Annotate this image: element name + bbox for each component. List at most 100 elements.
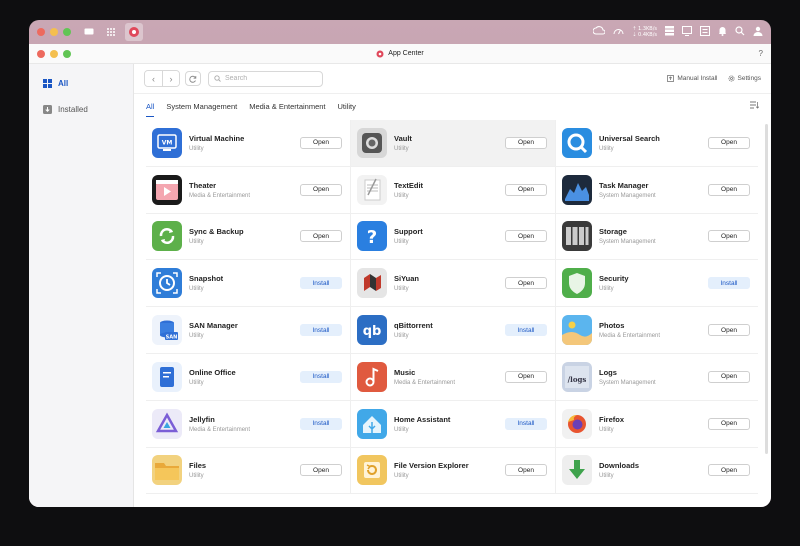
install-button[interactable]: Install — [505, 324, 547, 337]
monitor-icon[interactable] — [682, 25, 692, 39]
refresh-button[interactable] — [185, 71, 201, 86]
app-card-support[interactable]: ? Support Utility Open — [351, 213, 556, 261]
open-button[interactable]: Open — [505, 183, 547, 196]
svg-text:VM: VM — [162, 139, 173, 146]
sort-filter-icon[interactable] — [750, 101, 760, 111]
user-icon[interactable] — [753, 26, 763, 39]
app-card-music[interactable]: Music Media & Entertainment Open — [351, 353, 556, 401]
app-card-universal-search[interactable]: Universal Search Utility Open — [556, 120, 758, 167]
open-button[interactable]: Open — [708, 370, 750, 383]
files-icon — [152, 455, 182, 486]
app-card-photos[interactable]: Photos Media & Entertainment Open — [556, 307, 758, 354]
minimize-dot-icon[interactable] — [50, 28, 58, 36]
bell-icon[interactable] — [718, 26, 727, 39]
open-button[interactable]: Open — [708, 136, 750, 149]
app-name: File Version Explorer — [394, 461, 469, 471]
app-card-virtual-machine[interactable]: VM Virtual Machine Utility Open — [146, 120, 351, 167]
open-button[interactable]: Open — [708, 324, 750, 337]
launcher-grid-icon[interactable] — [103, 24, 119, 40]
tab-utility[interactable]: Utility — [338, 94, 356, 118]
app-name: Jellyfin — [189, 414, 215, 424]
open-button[interactable]: Open — [708, 230, 750, 243]
app-card-online-office[interactable]: Online Office Utility Install — [146, 353, 351, 401]
sidebar-item-label: All — [58, 78, 69, 88]
open-button[interactable]: Open — [300, 464, 342, 477]
cloud-icon[interactable] — [592, 25, 606, 39]
app-category: Utility — [599, 426, 614, 433]
forward-button[interactable]: › — [162, 71, 179, 86]
app-text: SiYuan Utility — [394, 274, 505, 292]
open-button[interactable]: Open — [708, 183, 750, 196]
firefox-icon — [562, 408, 592, 439]
network-speed: ⇡ 1.3KB/s ⇣ 0.4KB/s — [632, 26, 657, 38]
app-card-jellyfin[interactable]: Jellyfin Media & Entertainment Install — [146, 400, 351, 448]
tab-media-entertainment[interactable]: Media & Entertainment — [249, 94, 325, 118]
gear-icon — [728, 75, 734, 82]
tab-system-management[interactable]: System Management — [166, 94, 237, 118]
maximize-dot-icon[interactable] — [63, 28, 71, 36]
speed-gauge-icon[interactable] — [613, 26, 624, 39]
sync-icon — [152, 221, 182, 252]
app-card-sync-backup[interactable]: Sync & Backup Utility Open — [146, 213, 351, 261]
open-button[interactable]: Open — [505, 464, 547, 477]
app-card-task-manager[interactable]: Task Manager System Management Open — [556, 167, 758, 214]
app-category: Utility — [394, 239, 409, 246]
app-card-theater[interactable]: Theater Media & Entertainment Open — [146, 166, 351, 214]
svg-text:SAN: SAN — [166, 335, 178, 341]
tasks-icon[interactable] — [700, 25, 710, 39]
app-card-storage[interactable]: Storage System Management Open — [556, 214, 758, 261]
app-card-files[interactable]: Files Utility Open — [146, 447, 351, 495]
install-button[interactable]: Install — [300, 324, 342, 337]
sidebar-item-all[interactable]: All — [29, 70, 133, 96]
settings-button[interactable]: Settings — [728, 75, 761, 82]
open-button[interactable]: Open — [300, 183, 342, 196]
install-button[interactable]: Install — [708, 277, 750, 290]
install-button[interactable]: Install — [300, 417, 342, 430]
back-button[interactable]: ‹ — [145, 71, 162, 86]
open-button[interactable]: Open — [708, 464, 750, 477]
app-text: Storage System Management — [599, 227, 708, 245]
app-name: Virtual Machine — [189, 133, 245, 143]
app-card-home-assistant[interactable]: Home Assistant Utility Install — [351, 400, 556, 448]
app-center-taskbar-icon[interactable] — [125, 23, 143, 41]
app-card-textedit[interactable]: TextEdit Utility Open — [351, 166, 556, 214]
app-card-san-manager[interactable]: SAN SAN Manager Utility Install — [146, 307, 351, 354]
open-button[interactable]: Open — [505, 370, 547, 383]
open-button[interactable]: Open — [300, 136, 342, 149]
app-card-security[interactable]: Security Utility Install — [556, 260, 758, 308]
upload-icon — [667, 75, 675, 82]
scrollbar[interactable] — [765, 124, 768, 454]
open-button[interactable]: Open — [505, 136, 547, 149]
app-card-downloads[interactable]: Downloads Utility Open — [556, 448, 758, 495]
app-card-qbittorrent[interactable]: qb qBittorrent Utility Install — [351, 307, 556, 354]
install-button[interactable]: Install — [505, 417, 547, 430]
app-card-firefox[interactable]: Firefox Utility Open — [556, 401, 758, 448]
app-card-snapshot[interactable]: Snapshot Utility Install — [146, 260, 351, 308]
app-name: SAN Manager — [189, 321, 238, 331]
tab-all[interactable]: All — [146, 94, 155, 118]
install-button[interactable]: Install — [300, 277, 342, 290]
sidebar-item-installed[interactable]: Installed — [29, 96, 133, 122]
widgets-icon[interactable] — [665, 25, 674, 39]
app-text: Firefox Utility — [599, 415, 708, 433]
app-category: Utility — [189, 473, 204, 480]
open-button[interactable]: Open — [300, 230, 342, 243]
open-button[interactable]: Open — [505, 230, 547, 243]
app-card-siyuan[interactable]: SiYuan Utility Open — [351, 260, 556, 308]
open-button[interactable]: Open — [708, 417, 750, 430]
app-card-vault[interactable]: Vault Utility Open — [351, 120, 556, 167]
open-button[interactable]: Open — [505, 277, 547, 290]
app-card-logs[interactable]: /logs Logs System Management Open — [556, 354, 758, 401]
close-dot-icon[interactable] — [37, 28, 45, 36]
install-button[interactable]: Install — [300, 370, 342, 383]
app-text: Online Office Utility — [189, 368, 300, 386]
desktop-icon[interactable] — [81, 24, 97, 40]
search-box[interactable] — [208, 70, 323, 87]
app-card-file-version-explorer[interactable]: File Version Explorer Utility Open — [351, 447, 556, 495]
app-name: TextEdit — [394, 180, 424, 190]
search-input[interactable] — [225, 75, 315, 82]
search-app-icon — [562, 127, 592, 158]
manual-install-button[interactable]: Manual Install — [667, 75, 718, 82]
spotlight-search-icon[interactable] — [735, 25, 745, 39]
app-category: System Management — [599, 379, 656, 386]
